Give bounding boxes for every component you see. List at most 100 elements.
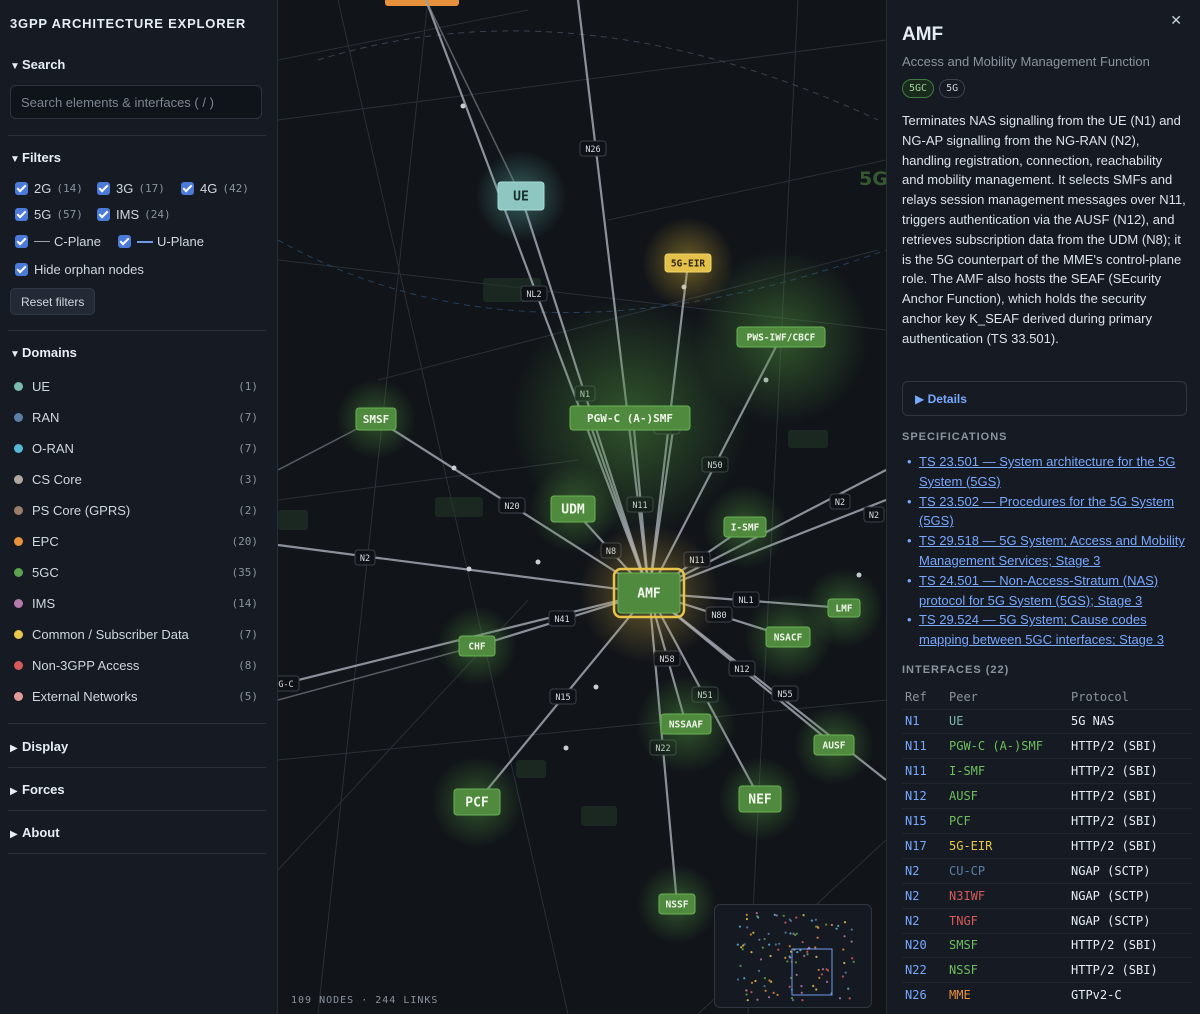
minimap-dot bbox=[818, 976, 821, 979]
edge-label: N2 bbox=[863, 506, 885, 523]
table-row[interactable]: N2 CU-CP NGAP (SCTP) bbox=[902, 857, 1192, 884]
minimap-dot bbox=[752, 931, 755, 934]
minimap-dot bbox=[745, 913, 748, 916]
domains-section-toggle[interactable]: ▼ Domains bbox=[10, 345, 77, 360]
domain-item[interactable]: 5GC (35) bbox=[14, 562, 258, 582]
table-row[interactable]: N11 PGW-C (A-)SMF HTTP/2 (SBI) bbox=[902, 733, 1192, 759]
filter-2g-checkbox[interactable]: 2G (14) bbox=[15, 181, 83, 196]
filter-5g-checkbox[interactable]: 5G (57) bbox=[15, 207, 83, 222]
minimap-dot bbox=[815, 988, 818, 991]
spec-link[interactable]: TS 23.501 — System architecture for the … bbox=[919, 454, 1176, 489]
minimap-dot bbox=[764, 989, 767, 992]
domain-label: 5GC bbox=[32, 564, 59, 580]
domain-label: RAN bbox=[32, 409, 60, 425]
table-row[interactable]: N11 I-SMF HTTP/2 (SBI) bbox=[902, 758, 1192, 784]
spec-item: TS 23.502 — Procedures for the 5G System… bbox=[905, 492, 1185, 532]
minimap-dot bbox=[788, 955, 791, 958]
close-icon[interactable]: ✕ bbox=[1170, 12, 1182, 29]
forces-section-toggle[interactable]: ▶ Forces bbox=[10, 782, 65, 797]
minimap-dot bbox=[788, 918, 791, 921]
minimap-dot bbox=[788, 985, 791, 988]
table-row[interactable]: N2 TNGF NGAP (SCTP) bbox=[902, 907, 1192, 934]
reset-filters-button[interactable]: Reset filters bbox=[10, 288, 96, 315]
domain-item[interactable]: RAN (7) bbox=[14, 407, 258, 427]
graph-node-pcf[interactable]: PCF bbox=[431, 756, 523, 848]
table-row[interactable]: N12 AUSF HTTP/2 (SBI) bbox=[902, 783, 1192, 809]
domain-color-dot bbox=[14, 629, 23, 639]
svg-text:N2: N2 bbox=[869, 511, 879, 521]
graph-node-udm[interactable]: UDM bbox=[529, 465, 617, 553]
table-row[interactable]: N26 MME GTPv2-C bbox=[902, 982, 1192, 1008]
minimap-dot bbox=[784, 931, 787, 934]
domain-item[interactable]: EPC (20) bbox=[14, 531, 258, 551]
graph-node-ausf[interactable]: AUSF bbox=[794, 705, 874, 785]
filter-3g-checkbox[interactable]: 3G (17) bbox=[97, 181, 165, 196]
svg-text:N55: N55 bbox=[777, 690, 792, 700]
domain-label: O-RAN bbox=[32, 440, 74, 456]
graph-svg[interactable]: N26NL2N1N17N50N20N11N8N11N2N2N2NL1N80N41… bbox=[278, 0, 886, 1014]
interface-protocol: 5G NAS bbox=[1068, 708, 1192, 734]
spec-link[interactable]: TS 24.501 — Non-Access-Stratum (NAS) pro… bbox=[919, 573, 1158, 608]
link-midpoint bbox=[466, 566, 472, 572]
minimap-dot bbox=[790, 997, 794, 1000]
domain-item[interactable]: External Networks (5) bbox=[14, 686, 258, 706]
table-row[interactable]: N2 N3IWF NGAP (SCTP) bbox=[902, 882, 1192, 909]
minimap[interactable] bbox=[714, 904, 872, 1008]
table-row[interactable]: N17 5G-EIR HTTP/2 (SBI) bbox=[902, 832, 1192, 859]
table-row[interactable]: N22 NSSF HTTP/2 (SBI) bbox=[902, 957, 1192, 983]
graph-node-smsf[interactable]: SMSF bbox=[336, 379, 416, 459]
filters-section-toggle[interactable]: ▼ Filters bbox=[10, 150, 61, 165]
minimap-dot bbox=[844, 971, 847, 974]
domain-item[interactable]: Common / Subscriber Data (7) bbox=[14, 624, 258, 644]
about-section-toggle[interactable]: ▶ About bbox=[10, 825, 60, 840]
minimap-viewport[interactable] bbox=[791, 948, 833, 996]
domain-item[interactable]: PS Core (GPRS) (2) bbox=[14, 500, 258, 520]
graph-node-ismf[interactable]: I-SMF bbox=[703, 485, 787, 569]
display-section-toggle[interactable]: ▶ Display bbox=[10, 739, 68, 754]
spec-link[interactable]: TS 29.524 — 5G System; Cause codes mappi… bbox=[919, 612, 1164, 647]
search-input[interactable] bbox=[10, 85, 262, 119]
spec-link[interactable]: TS 29.518 — 5G System; Access and Mobili… bbox=[919, 533, 1185, 568]
minimap-dot bbox=[769, 954, 772, 958]
minimap-dot bbox=[817, 968, 820, 972]
table-row[interactable]: N20 SMSF HTTP/2 (SBI) bbox=[902, 932, 1192, 958]
domain-item[interactable]: UE (1) bbox=[14, 376, 258, 396]
domain-item[interactable]: IMS (14) bbox=[14, 593, 258, 613]
interface-ref: N20 bbox=[902, 932, 946, 958]
graph-node-nef[interactable]: NEF bbox=[718, 757, 802, 841]
graph-node-chf[interactable]: CHF bbox=[437, 606, 517, 686]
filter-cplane-checkbox[interactable]: C-Plane bbox=[15, 234, 101, 249]
search-section-toggle[interactable]: ▼ Search bbox=[10, 57, 65, 72]
interface-protocol: HTTP/2 (SBI) bbox=[1068, 932, 1192, 958]
divider bbox=[8, 853, 266, 854]
detail-badges: 5GC 5G bbox=[902, 79, 966, 98]
domain-item[interactable]: O-RAN (7) bbox=[14, 438, 258, 458]
graph-canvas[interactable]: N26NL2N1N17N50N20N11N8N11N2N2N2NL1N80N41… bbox=[278, 0, 886, 1014]
graph-node-nssf[interactable]: NSSF bbox=[637, 864, 717, 944]
domain-item[interactable]: Non-3GPP Access (8) bbox=[14, 655, 258, 675]
hide-orphans-checkbox[interactable]: Hide orphan nodes bbox=[15, 262, 144, 277]
interface-peer: UE bbox=[946, 708, 1068, 734]
minimap-dot bbox=[755, 911, 758, 915]
filter-4g-checkbox[interactable]: 4G (42) bbox=[181, 181, 249, 196]
table-row[interactable]: N15 PCF HTTP/2 (SBI) bbox=[902, 808, 1192, 834]
minimap-dot bbox=[759, 958, 763, 961]
minimap-dot bbox=[850, 940, 853, 943]
filter-uplane-checkbox[interactable]: U-Plane bbox=[118, 234, 204, 249]
table-row[interactable]: N1 UE 5G NAS bbox=[902, 708, 1192, 734]
interface-ref: N12 bbox=[902, 783, 946, 809]
spec-link[interactable]: TS 23.502 — Procedures for the 5G System… bbox=[919, 494, 1174, 529]
node-label: NSACF bbox=[774, 632, 803, 643]
domain-item[interactable]: CS Core (3) bbox=[14, 469, 258, 489]
minimap-dot bbox=[788, 945, 791, 948]
graph-node-ue[interactable]: UE bbox=[475, 150, 567, 242]
graph-node-nsacf[interactable]: NSACF bbox=[744, 593, 832, 681]
node-label: AUSF bbox=[823, 740, 846, 751]
filter-ims-checkbox[interactable]: IMS (24) bbox=[97, 207, 171, 222]
minimap-dot bbox=[756, 998, 759, 1001]
graph-node-amf[interactable]: AMF bbox=[579, 523, 719, 663]
minimap-dot bbox=[847, 987, 850, 990]
domain-count: (14) bbox=[231, 596, 259, 610]
details-expander[interactable]: ▶ Details bbox=[902, 381, 1187, 416]
graph-node-nssaaf[interactable]: NSSAAF bbox=[636, 674, 736, 774]
